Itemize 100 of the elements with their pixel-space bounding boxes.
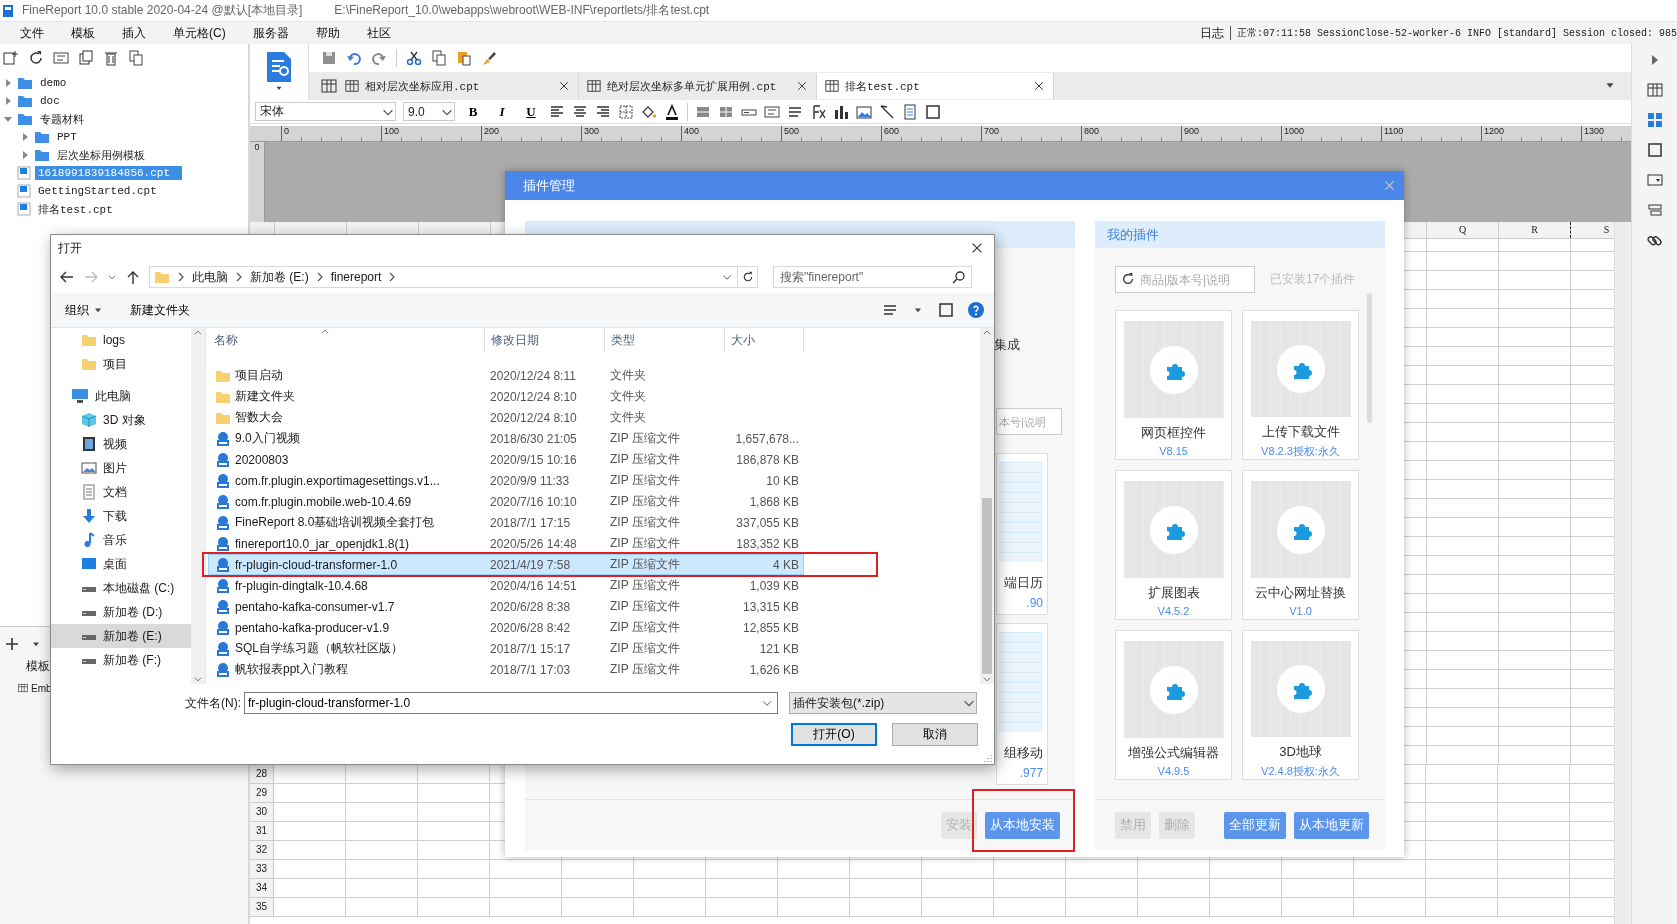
nav-item[interactable]: 文档 xyxy=(51,480,191,504)
file-tab[interactable]: 相对层次坐标应用.cpt xyxy=(337,73,579,99)
nav-item[interactable]: 视频 xyxy=(51,432,191,456)
expand-arrow-icon[interactable] xyxy=(20,132,30,142)
scroll-down-icon[interactable] xyxy=(982,674,992,684)
file-row[interactable]: 智数大会 2020/12/24 8:10 文件夹 xyxy=(208,407,804,428)
font-select[interactable]: 宋体 xyxy=(255,102,396,121)
scroll-up-icon[interactable] xyxy=(982,328,992,338)
filename-field[interactable]: fr-plugin-cloud-transformer-1.0 xyxy=(244,692,778,714)
file-tab[interactable]: 排名test.cpt xyxy=(817,73,1054,99)
menu-item[interactable]: 模板 xyxy=(71,24,95,42)
search-field[interactable]: 本号|说明 xyxy=(996,408,1062,435)
column-header[interactable]: 修改日期 xyxy=(491,331,539,349)
up-arrow-icon[interactable] xyxy=(125,269,141,285)
file-row[interactable]: fr-plugin-dingtalk-10.4.68 2020/4/16 14:51 ZIP 压缩文件 1,039 KB xyxy=(208,575,804,596)
tree-item[interactable]: GettingStarted.cpt xyxy=(35,184,160,198)
dialog-button[interactable]: 取消 xyxy=(892,723,978,746)
file-row[interactable]: 新建文件夹 2020/12/24 8:10 文件夹 xyxy=(208,386,804,407)
align-center-icon[interactable] xyxy=(572,103,588,120)
nav-item[interactable]: 图片 xyxy=(51,456,191,480)
search-field[interactable]: 搜索"finereport" xyxy=(773,266,972,288)
image-icon[interactable] xyxy=(856,103,872,120)
file-row[interactable]: FineReport 8.0基础培训视频全套打包 2018/7/1 17:15 ZIP 压缩文件 337,055 KB xyxy=(208,512,804,533)
save-icon[interactable] xyxy=(321,50,337,66)
view-options-icon[interactable] xyxy=(882,302,898,318)
file-row[interactable]: com.fr.plugin.mobile.web-10.4.69 2020/7/16 10:10 ZIP 压缩文件 1,868 KB xyxy=(208,491,804,512)
cut-icon[interactable] xyxy=(406,50,422,66)
organize-menu[interactable]: 组织 xyxy=(65,301,104,319)
new-folder-button[interactable]: 新建文件夹 xyxy=(130,301,190,319)
expand-arrow-icon[interactable] xyxy=(20,150,30,160)
table-icon[interactable] xyxy=(1646,82,1663,98)
undo-icon[interactable] xyxy=(346,50,362,66)
file-row[interactable]: finereport10.0_jar_openjdk1.8(1) 2020/5/26 14:48 ZIP 压缩文件 183,352 KB xyxy=(208,533,804,554)
plugin-card[interactable]: 增强公式编辑器 V4.9.5 xyxy=(1115,630,1232,780)
plugin-card[interactable]: 3D地球 V2.4.8授权:永久 xyxy=(1242,630,1359,780)
vertical-scrollbar[interactable] xyxy=(191,328,206,684)
copy-icon[interactable] xyxy=(128,50,144,66)
help-icon[interactable] xyxy=(968,302,984,318)
preview-icon[interactable] xyxy=(265,51,293,83)
plugin-card[interactable]: 端日历 .90 xyxy=(996,453,1048,615)
style-button[interactable]: B xyxy=(462,103,484,120)
close-icon[interactable] xyxy=(558,80,570,92)
vertical-scrollbar[interactable] xyxy=(1614,222,1631,924)
new-file-icon[interactable] xyxy=(3,50,19,66)
breadcrumb-item[interactable]: 此电脑 xyxy=(192,268,228,286)
refresh-icon[interactable] xyxy=(741,271,754,283)
slash-icon[interactable] xyxy=(879,103,895,120)
menu-item[interactable]: 单元格(C) xyxy=(173,24,226,42)
frame-icon[interactable] xyxy=(1646,142,1663,158)
file-row[interactable]: SQL自学练习题（帆软社区版） 2018/7/1 15:17 ZIP 压缩文件 121 KB xyxy=(208,638,804,659)
add-icon[interactable] xyxy=(4,636,20,652)
tree-item[interactable]: PPT xyxy=(54,130,80,144)
redo-icon[interactable] xyxy=(371,50,387,66)
nav-item[interactable]: 新加卷 (D:) xyxy=(51,600,191,624)
nav-item[interactable]: 音乐 xyxy=(51,528,191,552)
copy-icon[interactable] xyxy=(431,50,447,66)
menu-item[interactable]: 帮助 xyxy=(315,24,340,42)
nav-item[interactable]: 新加卷 (E:) xyxy=(51,624,191,648)
expand-arrow-icon[interactable] xyxy=(3,96,13,106)
column-header[interactable]: 大小 xyxy=(731,331,755,349)
file-row[interactable]: pentaho-kafka-consumer-v1.7 2020/6/28 8:38 ZIP 压缩文件 13,315 KB xyxy=(208,596,804,617)
file-row[interactable]: 20200803 2020/9/15 10:16 ZIP 压缩文件 186,878 KB xyxy=(208,449,804,470)
file-row[interactable]: fr-plugin-cloud-transformer-1.0 2021/4/19 7:58 ZIP 压缩文件 4 KB xyxy=(208,554,804,575)
search-field[interactable]: 商品|版本号|说明 xyxy=(1115,266,1255,293)
nav-item[interactable]: 新加卷 (F:) xyxy=(51,648,191,672)
menu-item[interactable]: 插入 xyxy=(122,24,146,42)
plugin-card[interactable]: 网页框控件 V8.15 xyxy=(1115,310,1232,460)
expand-arrow-icon[interactable] xyxy=(3,114,13,124)
file-row[interactable]: 帆软报表ppt入门教程 2018/7/1 17:03 ZIP 压缩文件 1,626 KB xyxy=(208,659,804,680)
frame-icon[interactable] xyxy=(925,103,941,120)
scroll-up-icon[interactable] xyxy=(193,328,203,338)
size-select[interactable]: 9.0 xyxy=(403,102,455,121)
menu-item[interactable]: 服务器 xyxy=(252,24,289,42)
bar-chart-icon[interactable] xyxy=(833,103,849,120)
back-arrow-icon[interactable] xyxy=(59,269,75,285)
column-header[interactable]: 类型 xyxy=(611,331,635,349)
plugin-card[interactable]: 上传下载文件 V8.2.3授权:永久 xyxy=(1242,310,1359,460)
file-row[interactable]: com.fr.plugin.exportimagesettings.v1... 2020/9/9 11:33 ZIP 压缩文件 10 KB xyxy=(208,470,804,491)
history-caret-icon[interactable] xyxy=(107,272,117,282)
menu-item[interactable]: 文件 xyxy=(20,24,44,42)
plugin-card[interactable]: 扩展图表 V4.5.2 xyxy=(1115,470,1232,620)
text-box-icon[interactable] xyxy=(764,103,780,120)
dropdown-box-icon[interactable] xyxy=(1646,172,1663,188)
breadcrumb-item[interactable]: 新加卷 (E:) xyxy=(250,268,309,286)
tree-item[interactable]: demo xyxy=(37,76,70,90)
font-color-icon[interactable] xyxy=(664,103,680,120)
resize-grip-icon[interactable] xyxy=(982,752,992,762)
breadcrumb-item[interactable]: finereport xyxy=(330,270,382,284)
column-header[interactable]: 名称 xyxy=(214,331,238,349)
refresh-icon[interactable] xyxy=(28,50,44,66)
tree-item[interactable]: doc xyxy=(37,94,63,108)
file-type-select[interactable]: 插件安装包(*.zip) xyxy=(789,692,977,714)
style-button[interactable]: I xyxy=(491,103,513,120)
file-row[interactable]: 9.0入门视频 2018/6/30 21:05 ZIP 压缩文件 1,657,678... xyxy=(208,428,804,449)
menu-item[interactable]: 社区 xyxy=(366,24,391,42)
tree-item[interactable]: 专题材料 xyxy=(37,110,87,128)
nav-item[interactable]: 本地磁盘 (C:) xyxy=(51,576,191,600)
brush-icon[interactable] xyxy=(481,50,497,66)
file-row[interactable]: pentaho-kafka-producer-v1.9 2020/6/28 8:42 ZIP 压缩文件 12,855 KB xyxy=(208,617,804,638)
widget-icon[interactable] xyxy=(1646,112,1663,128)
